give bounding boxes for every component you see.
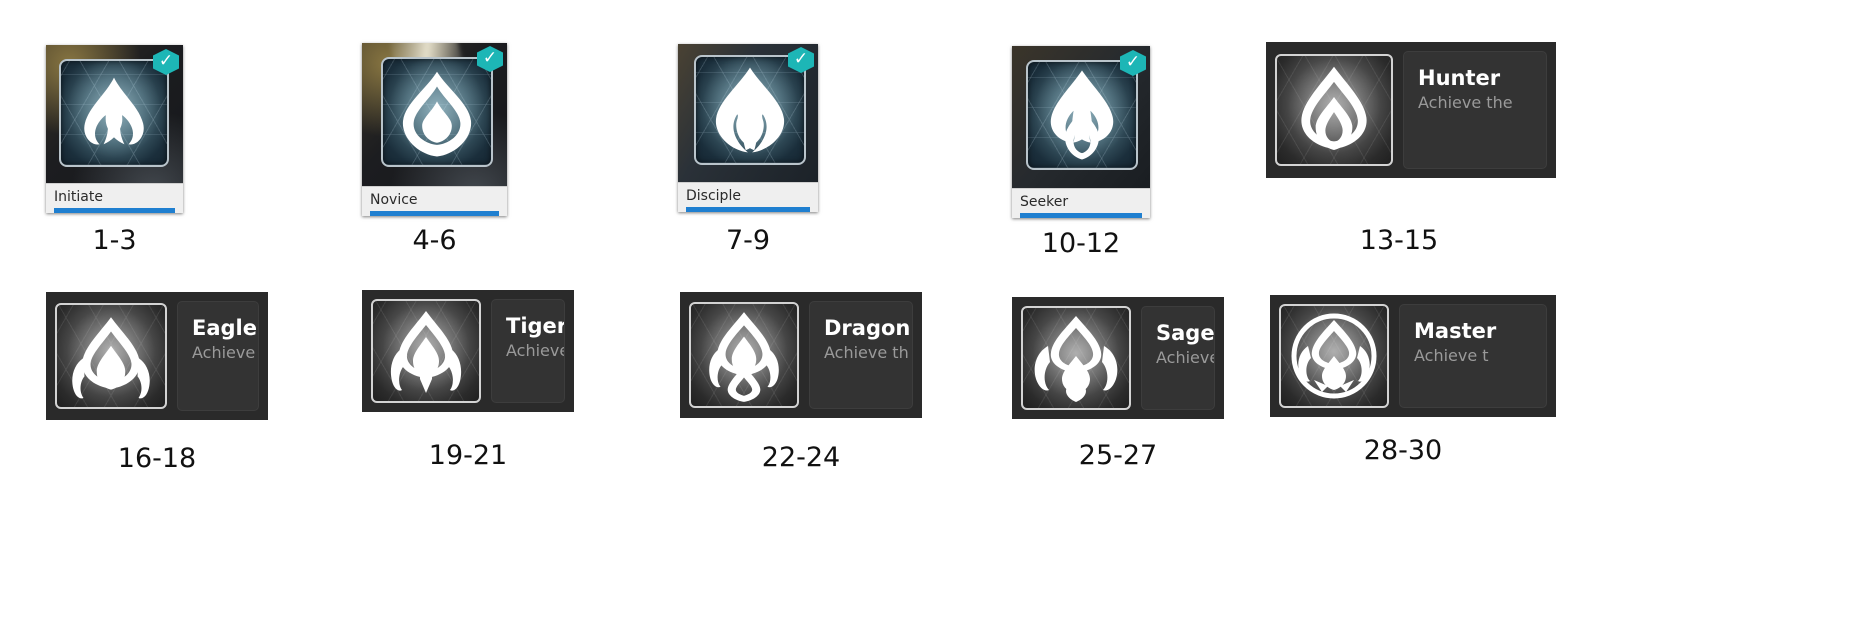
caption-master: 28-30: [1363, 435, 1443, 466]
sigil-art-tiger: [371, 299, 481, 403]
sigil-art-disciple: [694, 55, 806, 165]
rank-tile-disciple[interactable]: ✓ Disciple: [678, 44, 818, 212]
rank-info-dragon: Dragon Achieve th: [809, 301, 913, 409]
caption-initiate: 1-3: [92, 225, 137, 256]
rank-info-tiger: Tiger Achieve: [491, 299, 565, 403]
sigil-art-sage: [1021, 306, 1131, 410]
sigil-art-hunter: [1275, 54, 1393, 166]
check-glyph: ✓: [1125, 51, 1141, 72]
sigil-art-initiate: [59, 59, 169, 167]
rank-description: Achieve: [506, 341, 565, 360]
rank-card-tiger[interactable]: Tiger Achieve: [362, 290, 574, 412]
sigil-art-novice: [381, 57, 493, 167]
check-glyph: ✓: [793, 48, 809, 69]
rank-title: Dragon: [824, 316, 911, 340]
rank-info-sage: Sage Achieve: [1141, 306, 1215, 410]
caption-eagle: 16-18: [117, 443, 197, 474]
rank-name-strip: Seeker: [1012, 188, 1150, 218]
rank-title: Tiger: [506, 314, 565, 338]
rank-tile-seeker[interactable]: ✓ Seeker: [1012, 46, 1150, 218]
rank-name-strip: Disciple: [678, 182, 818, 212]
rank-name-strip: Novice: [362, 186, 507, 216]
rank-name-strip: Initiate: [46, 183, 183, 213]
rank-title: Eagle: [192, 316, 257, 340]
rank-info-eagle: Eagle Achieve: [177, 301, 259, 411]
rank-card-hunter[interactable]: Hunter Achieve the: [1266, 42, 1556, 178]
rank-card-sage[interactable]: Sage Achieve: [1012, 297, 1224, 419]
rank-info-master: Master Achieve t: [1399, 304, 1547, 408]
progress-bar: [1020, 213, 1142, 218]
rank-title: Hunter: [1418, 66, 1501, 90]
rank-title: Master: [1414, 319, 1497, 343]
progress-bar: [370, 211, 499, 216]
caption-seeker: 10-12: [1041, 228, 1121, 259]
caption-disciple: 7-9: [725, 225, 771, 256]
check-glyph: ✓: [158, 50, 174, 71]
rank-info-hunter: Hunter Achieve the: [1403, 51, 1547, 169]
rank-name: Seeker: [1020, 194, 1069, 210]
rank-card-eagle[interactable]: Eagle Achieve: [46, 292, 268, 420]
check-glyph: ✓: [482, 47, 498, 68]
caption-tiger: 19-21: [428, 440, 508, 471]
rank-name: Initiate: [54, 189, 103, 205]
caption-novice: 4-6: [412, 225, 457, 256]
mastery-rank-chart: ✓ Initiate 1-3 ✓ Novice 4-6 ✓ Disciple 7…: [0, 0, 1876, 628]
rank-name: Disciple: [686, 188, 741, 204]
rank-description: Achieve: [192, 343, 256, 362]
rank-name: Novice: [370, 192, 418, 208]
rank-description: Achieve the: [1418, 93, 1513, 112]
caption-sage: 25-27: [1078, 440, 1158, 471]
rank-card-dragon[interactable]: Dragon Achieve th: [680, 292, 922, 418]
rank-tile-initiate[interactable]: ✓ Initiate: [46, 45, 183, 213]
rank-description: Achieve th: [824, 343, 909, 362]
rank-title: Sage: [1156, 321, 1215, 345]
progress-bar: [54, 208, 175, 213]
rank-tile-novice[interactable]: ✓ Novice: [362, 43, 507, 216]
progress-bar: [686, 207, 810, 212]
sigil-art-seeker: [1026, 60, 1138, 170]
caption-hunter: 13-15: [1359, 225, 1439, 256]
rank-description: Achieve t: [1414, 346, 1489, 365]
sigil-art-eagle: [55, 303, 167, 409]
caption-dragon: 22-24: [761, 442, 841, 473]
rank-card-master[interactable]: Master Achieve t: [1270, 295, 1556, 417]
rank-description: Achieve: [1156, 348, 1215, 367]
sigil-art-dragon: [689, 302, 799, 408]
sigil-art-master: [1279, 304, 1389, 408]
